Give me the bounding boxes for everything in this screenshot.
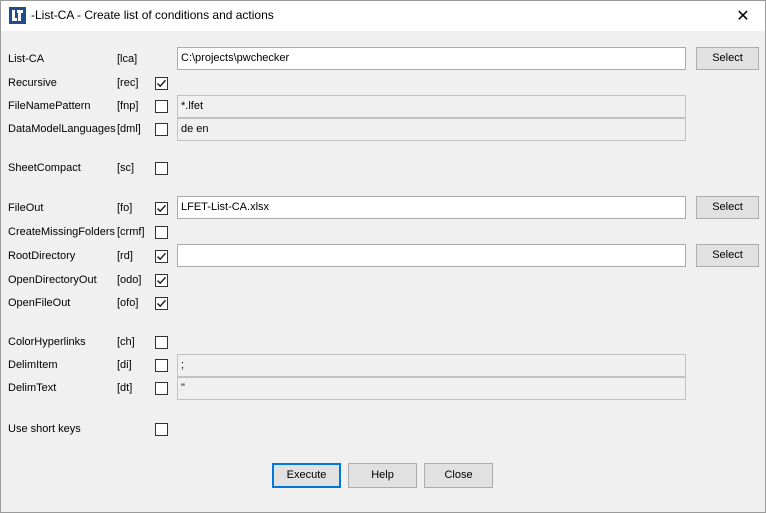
key-fnp: [fnp] [117, 100, 139, 112]
execute-button[interactable]: Execute [272, 463, 341, 488]
data-model-languages-field[interactable]: de en [177, 118, 686, 141]
label-file-name-pattern: FileNamePattern [8, 100, 91, 112]
select-root-directory-button[interactable]: Select [696, 244, 759, 267]
label-delim-text: DelimText [8, 382, 57, 394]
label-data-model-languages: DataModelLanguages [8, 123, 116, 135]
key-lca: [lca] [117, 53, 138, 65]
checkmark-icon [156, 299, 167, 308]
list-ca-path-field[interactable]: C:\projects\pwchecker [177, 47, 686, 70]
key-ch: [ch] [117, 336, 135, 348]
delim-text-field[interactable]: " [177, 377, 686, 400]
file-name-pattern-checkbox[interactable] [155, 100, 168, 113]
checkmark-icon [156, 252, 167, 261]
label-color-hyperlinks: ColorHyperlinks [8, 336, 86, 348]
select-file-out-button[interactable]: Select [696, 196, 759, 219]
root-directory-field[interactable] [177, 244, 686, 267]
root-directory-checkbox[interactable] [155, 250, 168, 263]
create-missing-folders-checkbox[interactable] [155, 226, 168, 239]
label-delim-item: DelimItem [8, 359, 58, 371]
label-open-file-out: OpenFileOut [8, 297, 71, 309]
label-root-directory: RootDirectory [8, 250, 76, 262]
key-fo: [fo] [117, 202, 133, 214]
file-out-checkbox[interactable] [155, 202, 168, 215]
label-sheet-compact: SheetCompact [8, 162, 81, 174]
help-button[interactable]: Help [348, 463, 417, 488]
key-sc: [sc] [117, 162, 135, 174]
label-create-missing-folders: CreateMissingFolders [8, 226, 115, 238]
key-dt: [dt] [117, 382, 133, 394]
file-out-field[interactable]: LFET-List-CA.xlsx [177, 196, 686, 219]
close-icon: ✕ [736, 7, 750, 25]
delim-text-checkbox[interactable] [155, 382, 168, 395]
open-directory-out-checkbox[interactable] [155, 274, 168, 287]
label-list-ca: List-CA [8, 53, 45, 65]
key-rec: [rec] [117, 77, 139, 89]
checkmark-icon [156, 79, 167, 88]
label-file-out: FileOut [8, 202, 44, 214]
delim-item-checkbox[interactable] [155, 359, 168, 372]
open-file-out-checkbox[interactable] [155, 297, 168, 310]
label-recursive: Recursive [8, 77, 57, 89]
file-name-pattern-field[interactable]: *.lfet [177, 95, 686, 118]
key-dml: [dml] [117, 123, 141, 135]
key-crmf: [crmf] [117, 226, 145, 238]
close-button[interactable]: Close [424, 463, 493, 488]
recursive-checkbox[interactable] [155, 77, 168, 90]
key-di: [di] [117, 359, 132, 371]
key-rd: [rd] [117, 250, 133, 262]
label-use-short-keys: Use short keys [8, 423, 81, 435]
window-title: -List-CA - Create list of conditions and… [31, 8, 274, 22]
checkmark-icon [156, 276, 167, 285]
select-list-ca-button[interactable]: Select [696, 47, 759, 70]
title-bar: -List-CA - Create list of conditions and… [0, 0, 766, 31]
data-model-languages-checkbox[interactable] [155, 123, 168, 136]
close-window-button[interactable]: ✕ [720, 0, 766, 31]
sheet-compact-checkbox[interactable] [155, 162, 168, 175]
app-icon [9, 7, 26, 24]
checkmark-icon [156, 204, 167, 213]
delim-item-field[interactable]: ; [177, 354, 686, 377]
color-hyperlinks-checkbox[interactable] [155, 336, 168, 349]
key-odo: [odo] [117, 274, 142, 286]
label-open-directory-out: OpenDirectoryOut [8, 274, 97, 286]
key-ofo: [ofo] [117, 297, 139, 309]
use-short-keys-checkbox[interactable] [155, 423, 168, 436]
